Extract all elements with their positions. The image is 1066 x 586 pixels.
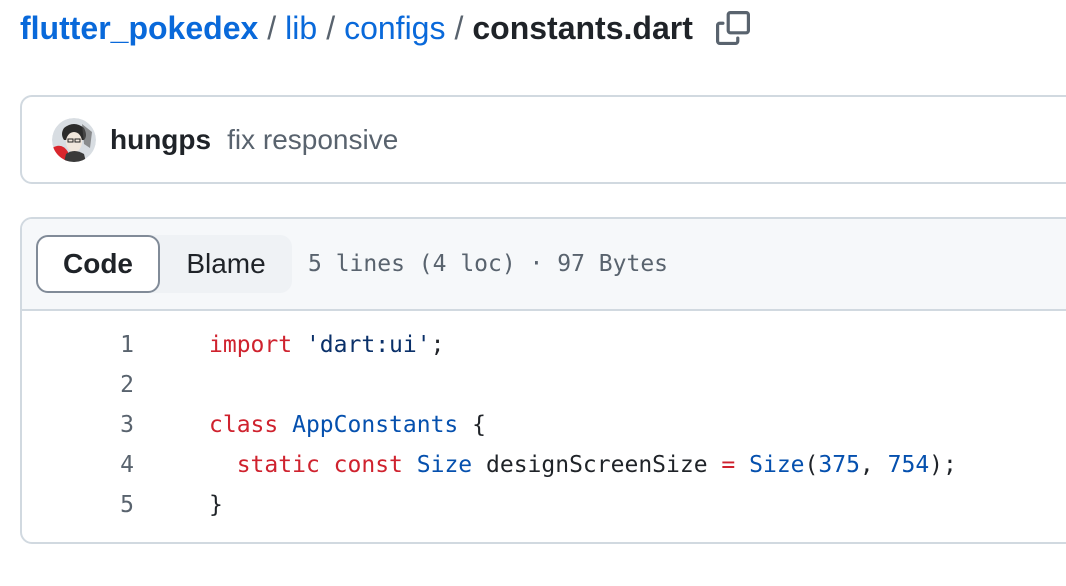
code-token: designScreenSize <box>472 452 722 478</box>
code-token: AppConstants <box>292 412 459 438</box>
file-viewer: Code Blame 5 lines (4 loc) · 97 Bytes 1 i… <box>20 217 1066 544</box>
code-token: Size <box>416 452 473 478</box>
avatar-image <box>52 117 96 162</box>
breadcrumb-configs-link[interactable]: configs <box>344 10 445 47</box>
code-token: ; <box>430 332 445 358</box>
code-token: class <box>209 412 279 438</box>
code-token: 375 <box>818 452 860 478</box>
breadcrumb: flutter_pokedex / lib / configs / consta… <box>20 6 753 50</box>
breadcrumb-separator: / <box>326 9 336 46</box>
code-token: { <box>458 412 486 438</box>
line-number[interactable]: 2 <box>22 372 134 398</box>
line-content: } <box>209 492 223 518</box>
code-token: const <box>333 452 403 478</box>
code-line: 4 static const Size designScreenSize = S… <box>22 445 1066 485</box>
copy-icon <box>715 11 750 45</box>
code-token: import <box>209 332 293 358</box>
code-token: static <box>236 452 320 478</box>
code-line: 5} <box>22 485 1066 525</box>
breadcrumb-separator: / <box>267 9 277 46</box>
code-token: ); <box>929 452 957 478</box>
breadcrumb-lib-link[interactable]: lib <box>285 10 317 47</box>
code-token: Size <box>749 452 805 478</box>
line-number[interactable]: 3 <box>22 412 134 438</box>
commit-message-link[interactable]: fix responsive <box>227 124 398 156</box>
code-line: 2 <box>22 365 1066 405</box>
file-size-info: 5 lines (4 loc) · 97 Bytes <box>308 251 669 277</box>
code-token: ( <box>804 452 819 478</box>
view-toggle: Code Blame <box>36 235 292 293</box>
code-line: 1 import 'dart:ui'; <box>22 325 1066 365</box>
avatar[interactable] <box>52 117 96 162</box>
code-token: = <box>721 452 736 478</box>
line-content: import 'dart:ui'; <box>209 332 444 358</box>
code-token: 754 <box>887 452 930 478</box>
latest-commit-box: hungps fix responsive <box>20 95 1066 184</box>
line-number[interactable]: 4 <box>22 452 134 478</box>
breadcrumb-separator: / <box>454 9 464 46</box>
breadcrumb-repo-link[interactable]: flutter_pokedex <box>20 10 258 47</box>
line-content: class AppConstants { <box>209 412 486 438</box>
code-token: 'dart:ui' <box>305 332 431 358</box>
line-number[interactable]: 1 <box>22 332 134 358</box>
copy-path-button[interactable] <box>713 8 753 48</box>
commit-author-link[interactable]: hungps <box>110 124 211 156</box>
file-header: Code Blame 5 lines (4 loc) · 97 Bytes <box>22 219 1066 311</box>
line-content: static const Size designScreenSize = Siz… <box>209 452 957 478</box>
line-number[interactable]: 5 <box>22 492 134 518</box>
code-token: } <box>209 492 223 518</box>
breadcrumb-file-name: constants.dart <box>472 9 693 46</box>
code-line: 3 class AppConstants { <box>22 405 1066 445</box>
blame-tab[interactable]: Blame <box>160 235 292 293</box>
code-tab[interactable]: Code <box>36 235 160 293</box>
code-token: , <box>859 452 888 478</box>
code-view[interactable]: 1 import 'dart:ui'; 2 3 class AppConstants {… <box>22 311 1066 525</box>
